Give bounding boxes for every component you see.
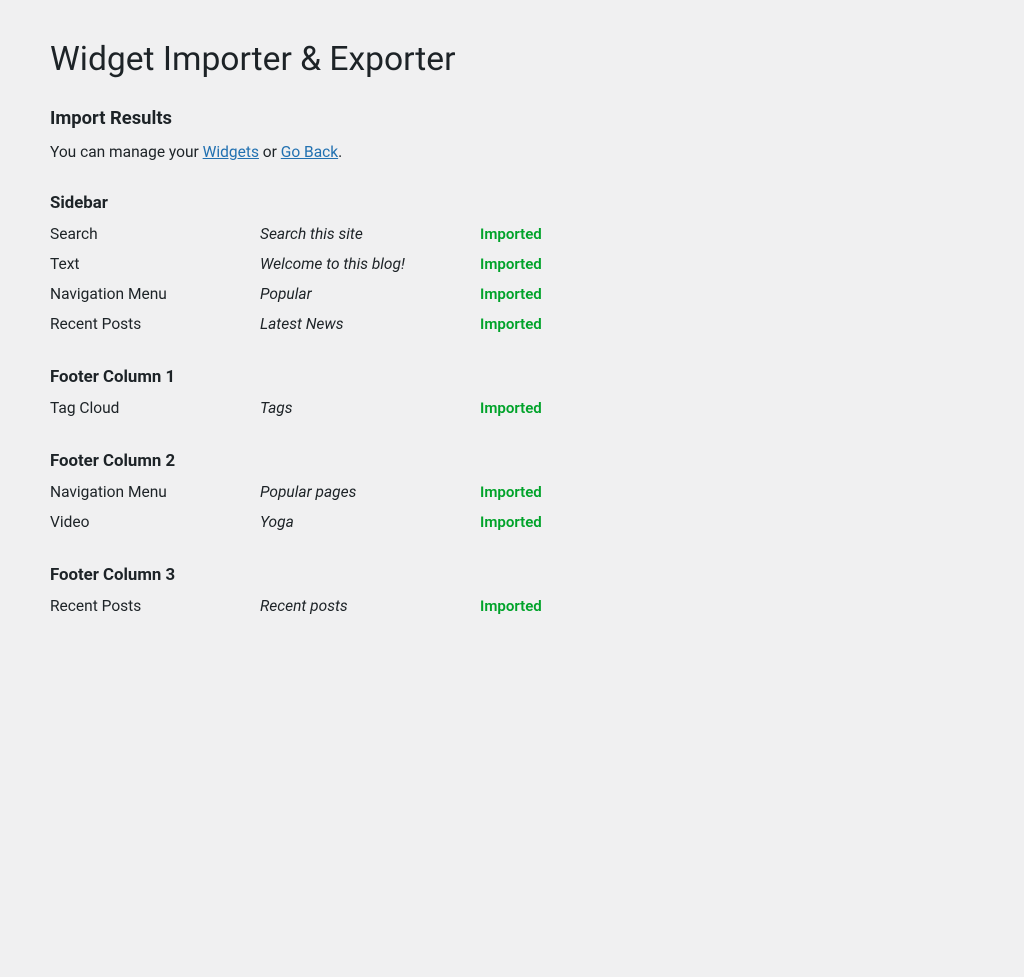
table-row: Navigation MenuPopularImported [50, 279, 974, 309]
widget-name: Navigation Menu [50, 285, 260, 303]
widget-status: Imported [480, 513, 542, 531]
import-results-heading: Import Results [50, 108, 974, 129]
widget-title: Popular [260, 285, 480, 303]
widget-status: Imported [480, 399, 542, 417]
widget-title: Recent posts [260, 597, 480, 615]
widget-status: Imported [480, 315, 542, 333]
section-footer-column-2: Footer Column 2 Navigation MenuPopular pa… [50, 451, 974, 537]
widget-name: Recent Posts [50, 597, 260, 615]
widget-name: Search [50, 225, 260, 243]
widget-status: Imported [480, 225, 542, 243]
widget-status: Imported [480, 597, 542, 615]
widget-status: Imported [480, 255, 542, 273]
section-footer-column-1: Footer Column 1 Tag CloudTagsImported [50, 367, 974, 423]
go-back-link[interactable]: Go Back [281, 143, 338, 161]
table-row: Recent PostsRecent postsImported [50, 591, 974, 621]
table-row: Recent PostsLatest NewsImported [50, 309, 974, 339]
section-sidebar: SidebarSearchSearch this siteImportedTex… [50, 193, 974, 339]
widget-title: Yoga [260, 513, 480, 531]
sections-container: SidebarSearchSearch this siteImportedTex… [50, 193, 974, 621]
section-label-footer-column-1: Footer Column 1 [50, 367, 974, 387]
widget-status: Imported [480, 483, 542, 501]
table-row: TextWelcome to this blog!Imported [50, 249, 974, 279]
section-label-sidebar: Sidebar [50, 193, 974, 213]
widget-title: Popular pages [260, 483, 480, 501]
section-footer-column-3: Footer Column 3 Recent PostsRecent postsI… [50, 565, 974, 621]
widget-title: Search this site [260, 225, 480, 243]
table-row: SearchSearch this siteImported [50, 219, 974, 249]
widget-status: Imported [480, 285, 542, 303]
manage-text-prefix: You can manage your [50, 143, 203, 161]
manage-text: You can manage your Widgets or Go Back. [50, 143, 974, 161]
widget-name: Tag Cloud [50, 399, 260, 417]
widget-title: Tags [260, 399, 480, 417]
table-row: Navigation MenuPopular pagesImported [50, 477, 974, 507]
table-row: VideoYogaImported [50, 507, 974, 537]
widgets-link[interactable]: Widgets [203, 143, 259, 161]
section-label-footer-column-2: Footer Column 2 [50, 451, 974, 471]
widget-name: Text [50, 255, 260, 273]
widget-name: Navigation Menu [50, 483, 260, 501]
page-title: Widget Importer & Exporter [50, 40, 974, 80]
section-label-footer-column-3: Footer Column 3 [50, 565, 974, 585]
manage-text-middle: or [259, 143, 281, 161]
widget-title: Latest News [260, 315, 480, 333]
table-row: Tag CloudTagsImported [50, 393, 974, 423]
manage-text-suffix: . [338, 143, 342, 161]
widget-title: Welcome to this blog! [260, 255, 480, 273]
widget-name: Recent Posts [50, 315, 260, 333]
widget-name: Video [50, 513, 260, 531]
